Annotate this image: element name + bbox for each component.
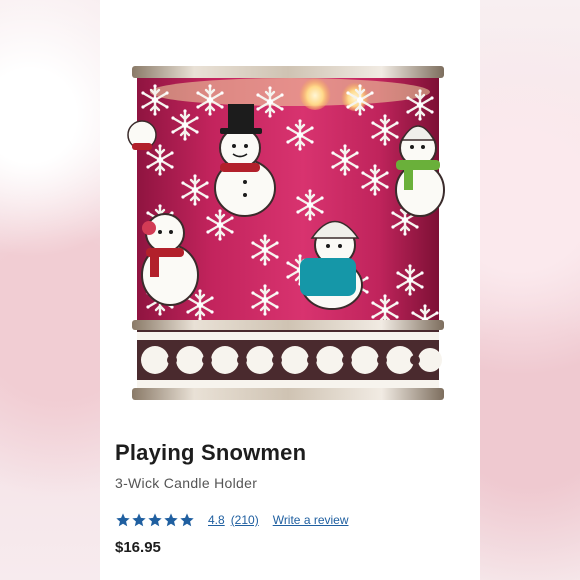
star-icon bbox=[164, 513, 178, 527]
star-icon bbox=[148, 513, 162, 527]
product-card: Playing Snowmen 3-Wick Candle Holder 4.8… bbox=[100, 0, 480, 580]
review-count-link[interactable]: (210) bbox=[231, 513, 259, 527]
star-icon bbox=[132, 513, 146, 527]
product-subtitle: 3-Wick Candle Holder bbox=[115, 475, 258, 491]
product-image bbox=[100, 0, 480, 425]
star-icon bbox=[116, 513, 130, 527]
star-icon bbox=[180, 513, 194, 527]
product-price: $16.95 bbox=[115, 539, 161, 556]
background-blur-left bbox=[0, 0, 100, 580]
write-review-link[interactable]: Write a review bbox=[273, 513, 349, 527]
product-title: Playing Snowmen bbox=[115, 440, 307, 465]
rating-row: 4.8 (210) Write a review bbox=[115, 509, 349, 531]
background-blur-right bbox=[480, 0, 580, 580]
rating-value-link[interactable]: 4.8 bbox=[208, 513, 225, 527]
star-rating bbox=[115, 512, 195, 528]
